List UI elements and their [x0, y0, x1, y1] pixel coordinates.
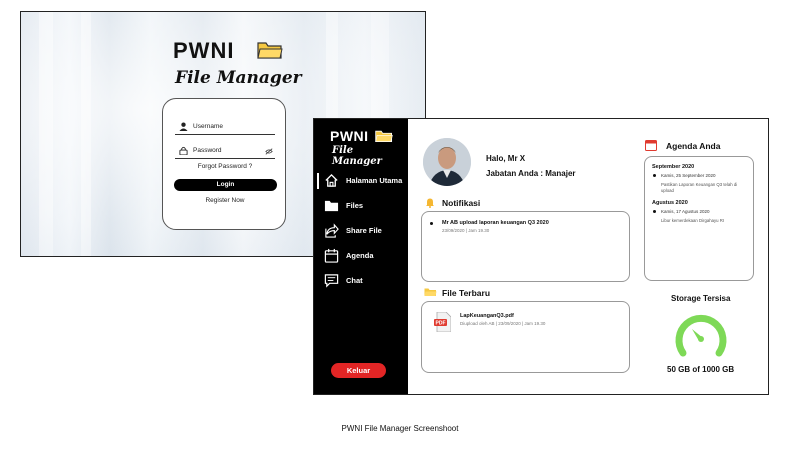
home-icon	[325, 173, 338, 187]
agenda-description: Pastikan Laporan Keuangan Q3 telah di up…	[661, 182, 738, 193]
folder-icon	[375, 130, 393, 142]
storage-title: Storage Tersisa	[671, 294, 731, 303]
bullet	[653, 174, 656, 177]
logo-subtitle: File Manager	[175, 68, 302, 88]
logout-button[interactable]: Keluar	[331, 363, 386, 378]
profile-photo	[423, 138, 471, 186]
register-link[interactable]: Register Now	[163, 197, 287, 204]
storage-gauge	[675, 314, 727, 357]
logo-title: PWNI	[330, 128, 369, 144]
notifications-title: Notifikasi	[442, 198, 481, 208]
agenda-title: Agenda Anda	[666, 141, 721, 151]
share-icon	[325, 223, 339, 238]
greeting-text: Halo, Mr X	[486, 154, 526, 163]
recent-files-panel: PDF LapKeuanganQ3.pdf Diupload oleh AB |…	[421, 301, 630, 373]
sidebar-item-files[interactable]: Files	[314, 196, 408, 216]
agenda-month: September 2020	[652, 164, 695, 170]
forgot-password-link[interactable]: Forgot Password ?	[163, 163, 287, 170]
sidebar-item-label: Chat	[346, 276, 363, 285]
sidebar-item-label: Agenda	[346, 251, 374, 260]
sidebar-item-label: Halaman Utama	[346, 176, 403, 185]
agenda-date[interactable]: Kamis, 17 Agustus 2020	[661, 209, 710, 214]
login-card: Username Password Forgot Password ? Logi…	[162, 98, 286, 230]
dashboard-window: PWNI File Manager Halaman Utama Files Sh…	[313, 118, 769, 395]
sidebar-logo: PWNI File Manager	[330, 128, 400, 167]
bell-icon	[426, 198, 434, 208]
username-field[interactable]: Username	[175, 121, 275, 135]
sidebar-item-halaman-utama[interactable]: Halaman Utama	[314, 171, 408, 191]
password-placeholder: Password	[193, 147, 222, 154]
folder-icon	[257, 42, 283, 59]
agenda-description: Libur kemerdekaan Dirgahayu RI	[661, 218, 725, 223]
file-name[interactable]: LapKeuanganQ3.pdf	[460, 313, 514, 319]
chat-icon	[324, 274, 339, 288]
sidebar-item-agenda[interactable]: Agenda	[314, 246, 408, 266]
role-text: Jabatan Anda : Manajer	[486, 169, 576, 178]
sidebar-item-label: Files	[346, 201, 364, 210]
notifications-panel: Mr AB upload laporan keuangan Q3 2020 23…	[421, 211, 630, 282]
notification-text[interactable]: Mr AB upload laporan keuangan Q3 2020	[442, 220, 549, 226]
login-button[interactable]: Login	[174, 179, 277, 191]
bullet	[653, 210, 656, 213]
calendar-icon	[324, 248, 339, 263]
bullet	[430, 222, 433, 225]
user-icon	[179, 122, 188, 131]
recent-files-title: File Terbaru	[442, 288, 491, 298]
agenda-date[interactable]: Kamis, 25 September 2020	[661, 173, 716, 178]
agenda-month: Agustus 2020	[652, 200, 688, 206]
logo-title: PWNI	[173, 38, 235, 63]
notification-meta: 23/09/2020 | Jam 19.30	[442, 228, 490, 233]
pdf-file-icon[interactable]: PDF	[434, 312, 451, 332]
avatar	[423, 138, 471, 186]
hide-password-icon[interactable]	[265, 148, 273, 155]
login-logo: PWNI File Manager	[173, 38, 303, 98]
lock-icon	[179, 146, 188, 155]
figure-caption: PWNI File Manager Screenshoot	[341, 424, 459, 433]
logo-subtitle: File Manager	[332, 145, 382, 167]
username-placeholder: Username	[193, 123, 223, 130]
agenda-panel: September 2020 Kamis, 25 September 2020 …	[644, 156, 754, 281]
sidebar-item-chat[interactable]: Chat	[314, 271, 408, 291]
storage-value: 50 GB of 1000 GB	[667, 365, 735, 374]
screenshot-canvas: PWNI File Manager Username Password Forg…	[0, 0, 800, 450]
calendar-icon	[645, 140, 657, 151]
active-indicator	[317, 173, 319, 189]
sidebar-item-label: Share File	[346, 226, 382, 235]
folder-icon	[424, 288, 437, 296]
folder-icon	[324, 200, 339, 212]
password-field[interactable]: Password	[175, 145, 275, 159]
sidebar-item-share-file[interactable]: Share File	[314, 221, 408, 241]
file-meta: Diupload oleh AB | 23/09/2020 | Jam 19.3…	[460, 321, 546, 326]
pdf-label: PDF	[436, 321, 446, 327]
sidebar: PWNI File Manager Halaman Utama Files Sh…	[314, 119, 408, 394]
